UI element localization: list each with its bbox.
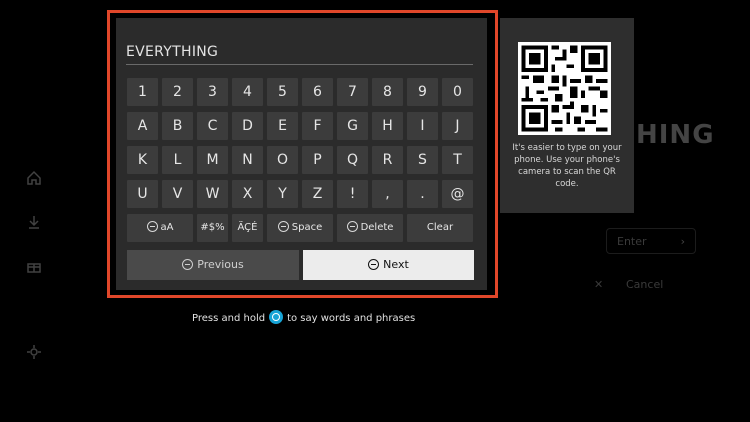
on-screen-keyboard: EVERYTHING 1 2 3 4 5 6 7 8 9 0 A B C D E… [116, 18, 487, 290]
search-input-underline [126, 64, 473, 65]
qr-panel: It's easier to type on your phone. Use y… [500, 18, 634, 213]
key[interactable]: D [232, 112, 263, 140]
key[interactable]: N [232, 146, 263, 174]
key[interactable]: E [267, 112, 298, 140]
home-icon [26, 170, 42, 186]
key[interactable]: , [372, 180, 403, 208]
case-toggle-icon [146, 221, 158, 232]
key[interactable]: H [372, 112, 403, 140]
key[interactable]: 6 [302, 78, 333, 106]
cancel-label: Cancel [626, 278, 664, 291]
key[interactable]: 3 [197, 78, 228, 106]
key[interactable]: T [442, 146, 473, 174]
qr-code [518, 42, 611, 135]
enter-label: Enter [617, 235, 647, 248]
key[interactable]: 8 [372, 78, 403, 106]
key[interactable]: 4 [232, 78, 263, 106]
key[interactable]: 7 [337, 78, 368, 106]
fast-forward-button-icon [368, 259, 380, 270]
background-title-fragment: HING [636, 120, 715, 150]
search-input[interactable]: EVERYTHING [126, 44, 218, 60]
key[interactable]: Y [267, 180, 298, 208]
key[interactable]: V [162, 180, 193, 208]
key[interactable]: X [232, 180, 263, 208]
key[interactable]: R [372, 146, 403, 174]
key[interactable]: I [407, 112, 438, 140]
delete-button-icon [346, 221, 358, 232]
key[interactable]: 0 [442, 78, 473, 106]
settings-icon [26, 344, 42, 360]
alexa-icon [269, 310, 284, 324]
key[interactable]: 2 [162, 78, 193, 106]
key[interactable]: ! [337, 180, 368, 208]
space-button-icon [277, 221, 289, 232]
key[interactable]: P [302, 146, 333, 174]
key[interactable]: . [407, 180, 438, 208]
key[interactable]: W [197, 180, 228, 208]
key[interactable]: @ [442, 180, 473, 208]
key[interactable]: 1 [127, 78, 158, 106]
qr-instructions: It's easier to type on your phone. Use y… [512, 143, 622, 189]
key[interactable]: U [127, 180, 158, 208]
case-toggle-key[interactable]: aA [127, 214, 193, 242]
symbols-key[interactable]: #$% [197, 214, 228, 242]
rewind-button-icon [182, 259, 194, 270]
accents-key[interactable]: ÄÇÉ [232, 214, 263, 242]
key[interactable]: F [302, 112, 333, 140]
clear-key[interactable]: Clear [407, 214, 473, 242]
key[interactable]: C [197, 112, 228, 140]
key[interactable]: J [442, 112, 473, 140]
key[interactable]: Q [337, 146, 368, 174]
download-icon [26, 214, 42, 230]
key[interactable]: K [127, 146, 158, 174]
close-icon: ✕ [594, 278, 604, 291]
key[interactable]: B [162, 112, 193, 140]
space-key[interactable]: Space [267, 214, 333, 242]
chevron-right-icon: › [680, 235, 685, 248]
key[interactable]: A [127, 112, 158, 140]
key[interactable]: Z [302, 180, 333, 208]
key[interactable]: S [407, 146, 438, 174]
key[interactable]: 9 [407, 78, 438, 106]
previous-button[interactable]: Previous [127, 250, 299, 280]
background-cancel-button: ✕ Cancel [592, 274, 702, 296]
key[interactable]: O [267, 146, 298, 174]
key[interactable]: M [197, 146, 228, 174]
key[interactable]: L [162, 146, 193, 174]
voice-hint: Press and hold to say words and phrases [192, 310, 415, 327]
background-enter-button: Enter › [606, 228, 696, 254]
key[interactable]: 5 [267, 78, 298, 106]
next-button[interactable]: Next [303, 250, 474, 280]
key[interactable]: G [337, 112, 368, 140]
delete-key[interactable]: Delete [337, 214, 403, 242]
gift-icon [26, 258, 42, 274]
